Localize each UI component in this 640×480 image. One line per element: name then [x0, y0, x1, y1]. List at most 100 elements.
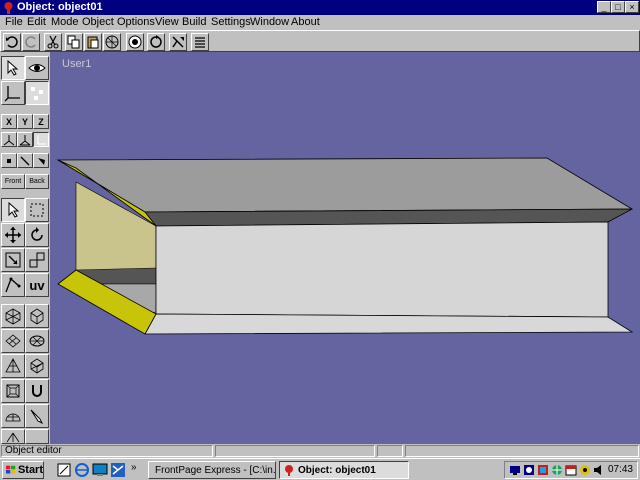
cylinder-icon [30, 358, 44, 374]
channels-icon[interactable] [110, 462, 126, 478]
internet-explorer-icon[interactable] [74, 462, 90, 478]
status-text: Object editor [5, 445, 62, 456]
xz-plane-button[interactable] [17, 132, 33, 147]
grid-button[interactable] [103, 33, 121, 51]
menu-mode[interactable]: Mode [51, 16, 79, 28]
arrow-cursor-icon [7, 59, 19, 76]
app-icon[interactable] [2, 1, 15, 14]
dome-button[interactable] [1, 404, 25, 428]
copy-button[interactable] [65, 33, 83, 51]
tray-globe-icon[interactable] [551, 464, 563, 476]
viewport[interactable]: User1 [50, 52, 640, 444]
face-mode-button[interactable] [33, 153, 49, 168]
quick-launch-pen-icon[interactable] [56, 462, 72, 478]
xy-plane-icon [3, 134, 15, 145]
clock[interactable]: 07:43 [608, 464, 633, 475]
wire-box-button[interactable] [1, 304, 25, 328]
yz-plane-button[interactable] [33, 132, 49, 147]
model-render[interactable] [50, 52, 640, 444]
title-bar[interactable]: Object: object01 _ □ × [0, 0, 640, 15]
rotate-button[interactable] [147, 33, 165, 51]
axes-tool-button[interactable] [1, 81, 25, 105]
wire-sphere-icon [29, 335, 45, 347]
bottom-bevel [144, 313, 634, 335]
pointer-tool-button[interactable] [1, 198, 25, 222]
list-icon [195, 37, 205, 48]
xz-plane-icon [19, 134, 31, 145]
menu-edit[interactable]: Edit [27, 16, 46, 28]
paste-button[interactable] [84, 33, 102, 51]
edge-mode-button[interactable] [17, 153, 33, 168]
axes-icon [4, 86, 20, 102]
cylinder-button[interactable] [25, 354, 49, 378]
menu-settings[interactable]: Settings [211, 16, 251, 28]
menu-about[interactable]: About [291, 16, 320, 28]
axis-y-button[interactable]: Y [17, 114, 33, 129]
menu-view[interactable]: View [155, 16, 179, 28]
arrow-cursor-icon [8, 201, 20, 218]
menu-file[interactable]: File [5, 16, 23, 28]
rotate-tool-button[interactable] [25, 223, 49, 247]
cut-button[interactable] [44, 33, 62, 51]
axis-z-button[interactable]: Z [33, 114, 49, 129]
window-title: Object: object01 [17, 1, 103, 13]
axis-x-button[interactable]: X [1, 114, 17, 129]
start-button[interactable]: Start [2, 461, 44, 479]
wire-cube-button[interactable] [25, 304, 49, 328]
move-tool-button[interactable] [1, 223, 25, 247]
uv-tool-button[interactable]: uv [25, 273, 49, 297]
back-view-button[interactable]: Back [25, 174, 49, 189]
list-button[interactable] [191, 33, 209, 51]
tray-network-icon[interactable] [509, 464, 521, 476]
knife-button[interactable] [25, 404, 49, 428]
wire-box-icon [5, 308, 21, 325]
sphere-button[interactable] [126, 33, 144, 51]
xy-plane-button[interactable] [1, 132, 17, 147]
tripod-icon [6, 432, 20, 442]
vertex-tool-button[interactable] [1, 273, 25, 297]
points-tool-button[interactable] [25, 81, 49, 105]
tray-clock-icon[interactable] [523, 464, 535, 476]
task-label: Object: object01 [298, 464, 376, 476]
dot-icon [7, 158, 11, 163]
tray-scheduler-icon[interactable] [565, 464, 577, 476]
eye-icon [28, 64, 46, 72]
redo-button[interactable] [22, 33, 40, 51]
scale-tool-button[interactable] [1, 248, 25, 272]
move-object-button[interactable] [169, 33, 187, 51]
view-tool-button[interactable] [25, 56, 49, 80]
tray-media-icon[interactable] [579, 464, 591, 476]
link-tool-button[interactable] [25, 248, 49, 272]
menu-window[interactable]: Window [250, 16, 289, 28]
yz-plane-icon [37, 134, 46, 144]
maximize-button[interactable]: □ [611, 1, 625, 13]
scale-icon [5, 252, 21, 268]
menu-options[interactable]: Options [117, 16, 155, 28]
minimize-button[interactable]: _ [597, 1, 611, 13]
desktop-icon[interactable] [92, 462, 108, 478]
tray-volume-icon[interactable] [593, 464, 605, 476]
task-button-frontpage[interactable]: FrontPage Express - [C:\in... [148, 461, 276, 479]
marquee-icon [30, 203, 44, 217]
quick-launch-overflow-icon[interactable]: » [131, 462, 137, 473]
front-face [155, 221, 609, 318]
move-arrows-icon [5, 227, 21, 243]
select-tool-button[interactable] [1, 56, 25, 80]
point-mode-button[interactable] [1, 153, 17, 168]
wire-sphere-button[interactable] [25, 329, 49, 353]
menu-object[interactable]: Object [82, 16, 114, 28]
menu-build[interactable]: Build [182, 16, 206, 28]
front-view-button[interactable]: Front [1, 174, 25, 189]
close-button[interactable]: × [625, 1, 639, 13]
magnet-button[interactable] [25, 379, 49, 403]
more-tool-button[interactable] [1, 429, 25, 444]
rect-select-button[interactable] [25, 198, 49, 222]
wire-mesh-button[interactable] [1, 329, 25, 353]
pyramid-button[interactable] [1, 354, 25, 378]
undo-button[interactable] [3, 33, 21, 51]
link-icon [29, 252, 45, 268]
tray-display-icon[interactable] [537, 464, 549, 476]
status-panel-4 [405, 445, 639, 457]
box-primitive-button[interactable] [1, 379, 25, 403]
task-button-object-editor[interactable]: Object: object01 [279, 461, 409, 479]
